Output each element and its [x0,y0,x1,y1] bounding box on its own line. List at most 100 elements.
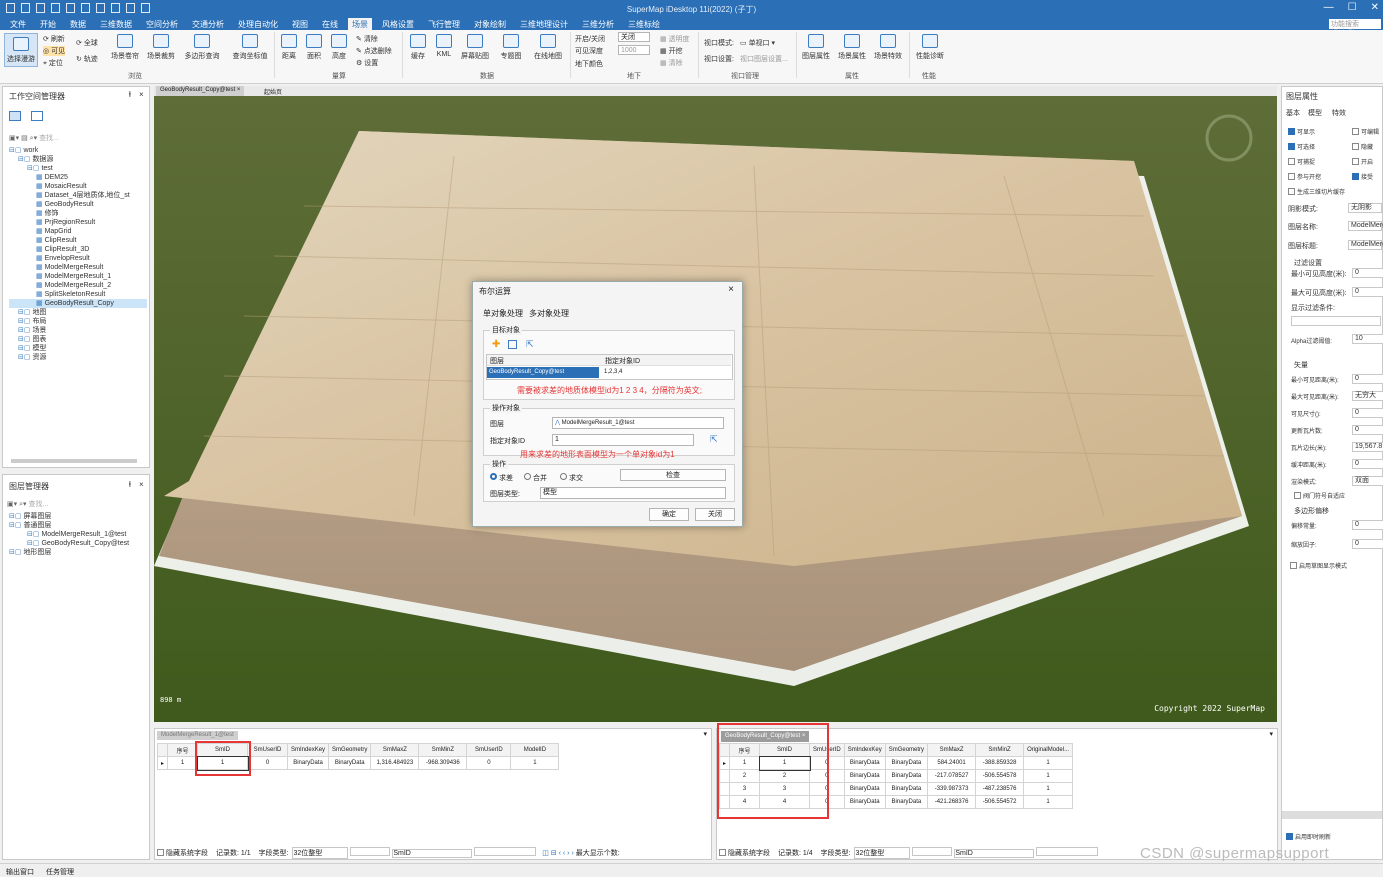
table-cell[interactable]: BinaryData [884,795,929,809]
distance-button[interactable]: 距离 [278,34,300,61]
tree-item[interactable]: ⊟▢ 普通图层 [9,521,149,530]
workspace-icon[interactable] [9,111,21,121]
scene-fx-button[interactable]: 场景特效 [872,34,904,61]
layer-caption-input[interactable]: ModelMerg [1348,240,1383,250]
table-cell[interactable]: 1 [167,756,199,770]
tree-item[interactable]: ▦ SplitSkeletonResult [9,290,147,299]
tree-item[interactable]: ⊟▢ 地形图层 [9,548,149,557]
field-type-box[interactable]: 32位整型 [292,847,349,859]
tree-item[interactable]: ▦ ModelMergeResult_2 [9,281,147,290]
render-mode-select[interactable]: 双面 [1352,476,1383,486]
field-filter-box[interactable] [474,847,537,856]
table-cell[interactable]: -217.078527 [927,769,977,783]
close-window-button[interactable]: ✕ [1371,2,1379,13]
valve-adapt[interactable]: 阀门符号自适应 [1294,491,1345,500]
table-cell[interactable]: BinaryData [328,756,372,770]
alpha-input[interactable]: 10 [1352,334,1383,344]
tile-edge-input[interactable]: 19,567.8 [1352,442,1383,452]
property-checkbox-item[interactable]: 可选择 [1288,142,1315,151]
properties-hscrollbar[interactable] [1282,811,1382,819]
property-checkbox-item[interactable]: 接受 [1352,172,1373,181]
tree-item[interactable]: ⊟▢ 图表 [9,335,147,344]
menu-3[interactable]: 三维数据 [96,19,136,30]
tree-item[interactable]: ⊟▢ ModelMergeResult_1@test [9,530,149,539]
tab-scene[interactable]: GeoBodyResult_Copy@test × [156,86,245,96]
table-cell[interactable]: 1,316.484923 [370,756,420,770]
coord-query-button[interactable]: 查询坐标值 [228,34,272,61]
column-header[interactable]: 序号 [167,743,199,757]
cache-button[interactable]: 缓存 [406,34,430,61]
menu-11[interactable]: 飞行管理 [424,19,464,30]
pick-object-icon[interactable]: ⇱ [710,434,718,445]
measure-settings-button[interactable]: ⚙ 设置 [356,58,378,68]
target-layer-cell[interactable]: GeoBodyResult_Copy@test [487,367,599,378]
min-dist-input[interactable]: 0 [1352,374,1383,384]
column-header[interactable]: SmMinZ [975,743,1025,757]
visible-button[interactable]: ◎ 可见 [43,46,66,56]
height-button[interactable]: 高度 [328,34,350,61]
full-extent-button[interactable]: ⟳ 全球 [76,38,98,48]
tree-item[interactable]: ⊟▢ work [9,146,147,155]
function-search-input[interactable]: 功能搜索 (Ctrl+F) [1329,19,1381,36]
tree-item[interactable]: ▦ ClipResult_3D [9,245,147,254]
tree-item[interactable]: ⊟▢ 模型 [9,344,147,353]
check-button[interactable]: 检查 [620,469,726,481]
valve-checkbox[interactable] [1294,492,1301,499]
offset-input[interactable]: 0 [1352,520,1383,530]
locate-button[interactable]: ⌖ 定位 [43,58,63,68]
close-panel-icon[interactable]: × [139,480,144,489]
column-header[interactable]: SmMaxZ [370,743,420,757]
table-cell[interactable]: 1 [1023,795,1074,809]
ok-button[interactable]: 确定 [649,508,689,521]
hide-system-checkbox[interactable] [157,849,164,856]
clear-excavate-button[interactable]: ▦ 清除 [660,58,683,68]
nav-first-icon[interactable]: ◫ ⊟ ‹ ‹ › › [542,850,574,857]
column-header[interactable]: SmGeometry [884,743,929,757]
checkbox[interactable] [1352,158,1359,165]
table-cell[interactable]: 1 [1023,782,1074,796]
menu-5[interactable]: 交通分析 [188,19,228,30]
checkbox[interactable] [1288,158,1295,165]
target-ids-cell[interactable]: 1,2,3,4 [601,367,729,378]
checkbox[interactable] [1288,188,1295,195]
tree-item[interactable]: ⊟▢ GeoBodyResult_Copy@test [9,539,149,548]
track-button[interactable]: ↻ 轨迹 [76,54,98,64]
tree-item[interactable]: ⊟▢ 布局 [9,317,147,326]
visible-depth-input[interactable]: 1000 [618,45,650,55]
tree-item[interactable]: ⊟▢ 场景 [9,326,147,335]
table-cell[interactable]: 1 [510,756,560,770]
column-header[interactable]: SmUserID [247,743,289,757]
vis-size-input[interactable]: 0 [1352,408,1383,418]
polygon-query-button[interactable]: 多边形查询 [182,34,222,61]
tab-single-object[interactable]: 单对象处理 [483,308,523,319]
radio-intersect[interactable]: 求交 [560,473,583,483]
property-checkbox-item[interactable]: 可显示 [1288,127,1315,136]
table-cell[interactable]: -339.987373 [927,782,977,796]
panel-menu-icon[interactable]: ▾ [1269,730,1273,738]
resources-icon[interactable] [31,111,43,121]
table-cell[interactable]: 1 [1023,756,1074,770]
tab-left-table[interactable]: ModelMergeResult_1@test [157,731,238,740]
table-cell[interactable]: -487.238576 [975,782,1025,796]
table-cell[interactable]: BinaryData [287,756,330,770]
property-checkbox-item[interactable]: 可编辑 [1352,127,1379,136]
table-cell[interactable]: 1 [1023,769,1074,783]
table-cell[interactable]: 584.24001 [927,756,977,770]
tree-item[interactable]: ▦ PrjRegionResult [9,218,147,227]
menu-1[interactable]: 开始 [36,19,60,30]
layer-dropdown-icon[interactable]: ▣▾ [7,501,17,508]
menu-10[interactable]: 风格设置 [378,19,418,30]
property-checkbox-item[interactable]: 开启 [1352,157,1373,166]
online-map-button[interactable]: 在线地图 [530,34,566,61]
excavate-button[interactable]: ▦ 开挖 [660,46,683,56]
scale-factor-input[interactable]: 0 [1352,539,1383,549]
area-button[interactable]: 面积 [303,34,325,61]
open-file-icon[interactable]: ▤ [21,135,28,142]
table-cell[interactable]: -968.309436 [418,756,468,770]
table-cell[interactable]: BinaryData [884,769,929,783]
layer-search-input[interactable]: 查找... [28,501,48,508]
table-cell[interactable]: BinaryData [843,795,886,809]
hide-system-checkbox[interactable] [719,849,726,856]
column-header[interactable]: SmIndexKey [843,743,886,757]
checkbox[interactable] [1288,173,1295,180]
